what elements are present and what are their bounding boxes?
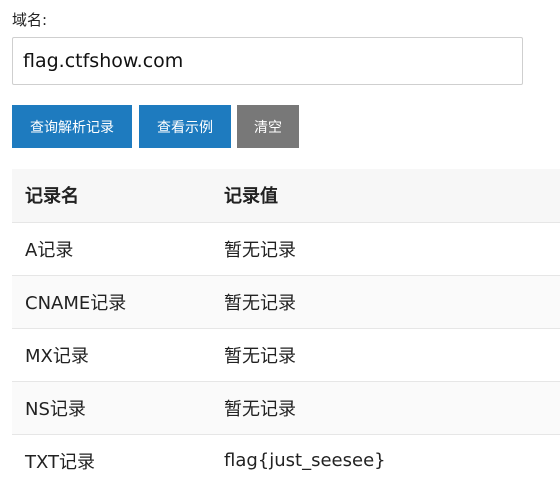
domain-input[interactable] [12,37,523,85]
header-record-name: 记录名 [25,186,79,208]
table-header-row: 记录名 记录值 [12,169,560,222]
query-records-button[interactable]: 查询解析记录 [12,105,132,148]
record-name-cell: TXT记录 [12,433,224,487]
records-table: 记录名 记录值 A记录 暂无记录 CNAME记录 暂无记录 MX记录 暂无记录 … [12,169,560,487]
record-name-cell: MX记录 [12,327,224,381]
record-value-cell: 暂无记录 [224,274,560,328]
table-row: TXT记录 flag{just_seesee} [12,433,560,487]
header-record-value: 记录值 [224,186,278,208]
record-name-cell: CNAME记录 [12,274,224,328]
clear-button[interactable]: 清空 [237,105,299,148]
record-name-cell: NS记录 [12,380,224,434]
record-name-cell: A记录 [12,221,224,275]
record-value-cell: flag{just_seesee} [224,433,560,487]
table-row: CNAME记录 暂无记录 [12,274,560,328]
view-example-button[interactable]: 查看示例 [139,105,231,148]
record-value-cell: 暂无记录 [224,327,560,381]
table-row: MX记录 暂无记录 [12,327,560,381]
record-value-cell: 暂无记录 [224,221,560,275]
domain-label: 域名: [12,11,48,29]
table-row: A记录 暂无记录 [12,221,560,275]
table-row: NS记录 暂无记录 [12,380,560,434]
record-value-cell: 暂无记录 [224,380,560,434]
dns-lookup-page: 域名: 查询解析记录 查看示例 清空 记录名 记录值 A记录 暂无记录 CNAM… [0,0,560,502]
